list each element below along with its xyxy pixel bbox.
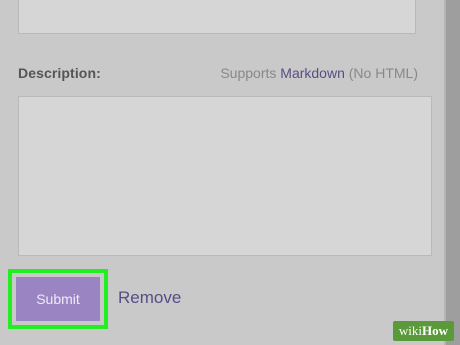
markdown-hint-suffix: (No HTML) [344,65,418,81]
watermark-wiki: wiki [398,323,422,338]
remove-link[interactable]: Remove [118,288,181,308]
description-textarea[interactable] [18,96,432,256]
watermark-how: How [422,323,448,338]
markdown-link[interactable]: Markdown [280,65,345,81]
submit-button[interactable]: Submit [16,277,100,321]
previous-field-input[interactable] [18,0,416,34]
description-label: Description: [18,65,101,81]
markdown-hint-prefix: Supports [220,65,281,81]
markdown-hint: Supports Markdown (No HTML) [220,65,418,81]
page-margin [446,0,460,345]
form-panel: Description: Supports Markdown (No HTML)… [0,0,446,345]
watermark: wikiHow [392,321,454,341]
